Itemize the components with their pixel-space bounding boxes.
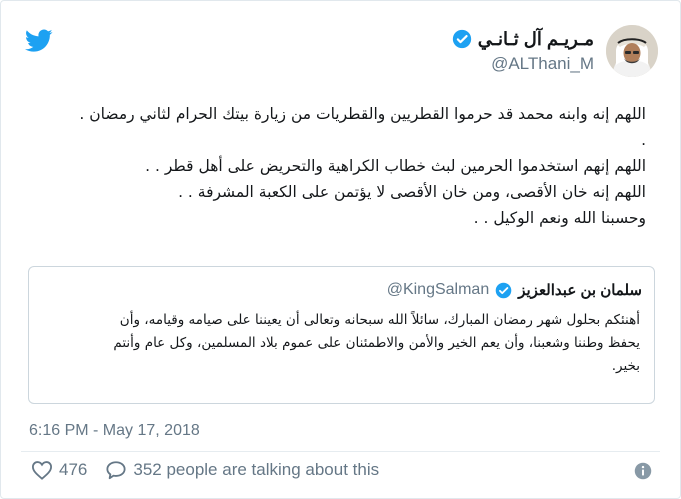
avatar[interactable] xyxy=(606,25,658,77)
verified-badge-icon xyxy=(452,29,471,49)
tweet-line: وحسبنا الله ونعم الوكيل . . xyxy=(473,209,646,227)
action-bar: 476 352 people are talking about this xyxy=(31,458,397,482)
quoted-handle[interactable]: @KingSalman xyxy=(387,281,490,299)
quoted-line: بخير. xyxy=(611,358,640,374)
reply-action[interactable]: 352 people are talking about this xyxy=(105,460,379,480)
like-action[interactable]: 476 xyxy=(31,460,87,480)
like-count[interactable]: 476 xyxy=(59,460,87,480)
tweet-line: اللهم إنهم استخدموا الحرمين لبث خطاب الك… xyxy=(145,157,646,175)
tweet-line: . xyxy=(641,131,646,149)
author-name-row[interactable]: مـريـم آل ثـانـي xyxy=(452,29,594,50)
verified-badge-icon xyxy=(495,282,512,298)
tweet-card: مـريـم آل ثـانـي @ALThani_M اللهم إنه وا… xyxy=(0,0,681,499)
quoted-line: أهنئكم بحلول شهر رمضان المبارك، سائلاً ا… xyxy=(119,312,640,328)
reply-count[interactable]: 352 people are talking about this xyxy=(133,460,379,480)
quoted-header: @KingSalman سلمان بن عبدالعزيز xyxy=(387,281,642,299)
quoted-line: يحفظ وطننا وشعبنا، وأن يعم الخير والأمن … xyxy=(113,335,640,351)
author-names: مـريـم آل ثـانـي @ALThani_M xyxy=(452,29,594,74)
quoted-tweet[interactable]: @KingSalman سلمان بن عبدالعزيز أهنئكم بح… xyxy=(28,266,655,404)
quoted-display-name[interactable]: سلمان بن عبدالعزيز xyxy=(518,281,642,299)
tweet-line: اللهم إنه خان الأقصى، ومن خان الأقصى لا … xyxy=(178,183,646,201)
twitter-bird-icon[interactable] xyxy=(25,29,53,53)
tweet-line: اللهم إنه وابنه محمد قد حرموا القطريين و… xyxy=(79,105,646,123)
tweet-header: مـريـم آل ثـانـي @ALThani_M xyxy=(452,23,658,79)
quoted-text: أهنئكم بحلول شهر رمضان المبارك، سائلاً ا… xyxy=(43,309,640,378)
author-display-name[interactable]: مـريـم آل ثـانـي xyxy=(478,29,594,50)
speech-bubble-icon[interactable] xyxy=(105,460,127,480)
timestamp[interactable]: 6:16 PM - May 17, 2018 xyxy=(29,422,200,440)
avatar-image xyxy=(606,25,658,77)
info-icon[interactable] xyxy=(634,462,652,480)
divider xyxy=(21,451,660,452)
author-handle[interactable]: @ALThani_M xyxy=(491,54,594,74)
heart-icon[interactable] xyxy=(31,460,53,480)
tweet-text: اللهم إنه وابنه محمد قد حرموا القطريين و… xyxy=(21,101,646,231)
